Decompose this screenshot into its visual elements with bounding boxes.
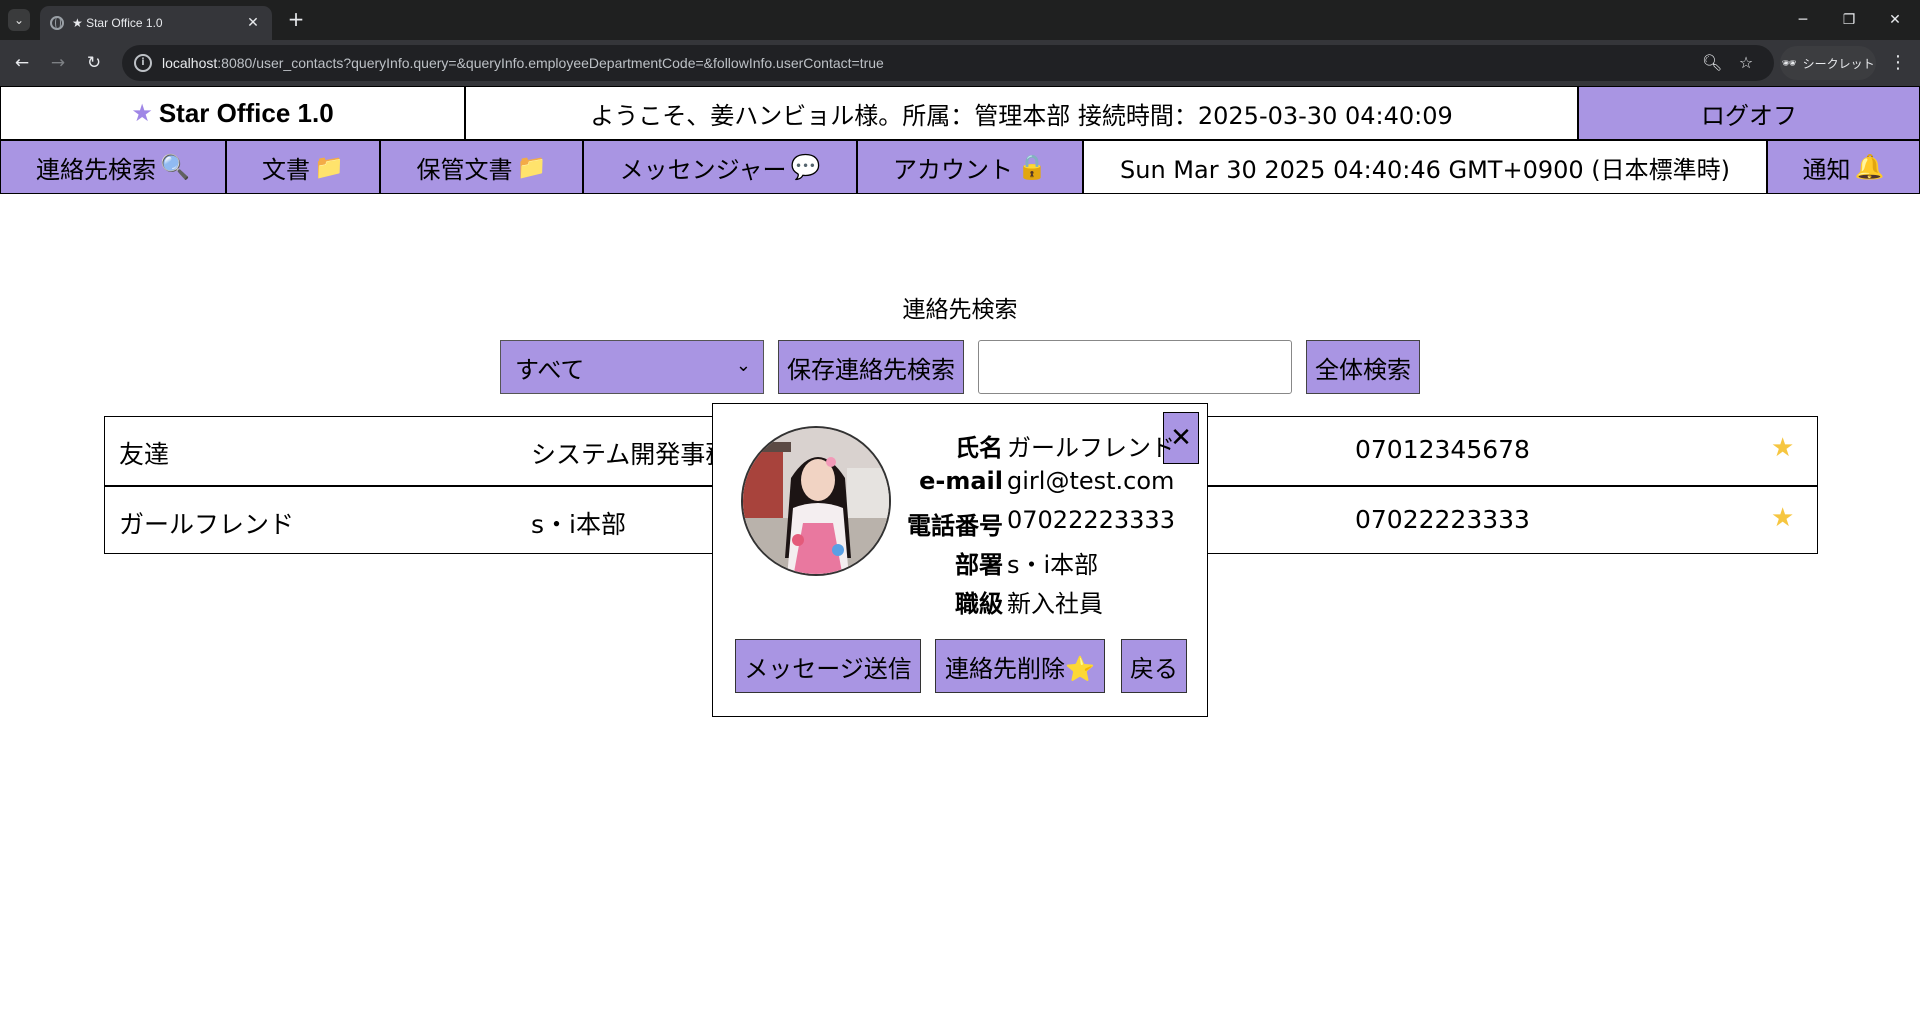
incognito-indicator[interactable]: 🕶︎ シークレット <box>1780 46 1876 80</box>
select-value: すべて <box>515 355 585 384</box>
field-name: 氏名 <box>853 428 1003 466</box>
send-message-button[interactable]: メッセージ送信 <box>735 639 921 693</box>
delete-contact-button[interactable]: 連絡先削除⭐ <box>935 639 1105 693</box>
star-logo-icon: ★ <box>131 99 153 127</box>
contact-phone: 07022223333 <box>1355 505 1530 534</box>
url-text[interactable]: localhost:8080/user_contacts?queryInfo.q… <box>162 55 884 71</box>
menu-label: 文書 <box>262 155 311 184</box>
lock-icon: 🔒 <box>1017 153 1047 181</box>
tab-search-chevron-icon[interactable]: ⌄ <box>8 9 30 31</box>
field-email: e-mail <box>853 467 1003 505</box>
browser-tab[interactable]: ★ Star Office 1.0 ✕ <box>40 6 272 40</box>
bookmark-star-icon[interactable]: ☆ <box>1736 53 1756 73</box>
field-label: e-mail <box>919 467 1003 495</box>
brand-cell: ★ Star Office 1.0 <box>0 86 465 140</box>
field-value: s・i本部 <box>1007 551 1099 579</box>
page-title: 連絡先検索 <box>902 297 1018 323</box>
incognito-icon: 🕶︎ <box>1781 56 1797 70</box>
menu-label: メッセンジャー <box>619 155 787 184</box>
department-select[interactable]: すべて ⌄ <box>500 340 764 394</box>
contact-department: システム開発事務 <box>531 440 731 469</box>
menu-label: 通知 <box>1802 155 1851 184</box>
field-label: 電話番号 <box>907 512 1003 540</box>
globe-icon <box>50 16 64 30</box>
contact-detail-modal: ✕ 氏名 ガールフレンド e-mail girl@test.com 電話番号 0… <box>712 403 1208 717</box>
field-value: ガールフレンド <box>1007 434 1175 462</box>
field-value: 07022223333 <box>1007 506 1175 534</box>
welcome-text: ようこそ、姜ハンビョル様。所属：管理本部 接続時間：2025-03-30 04:… <box>465 86 1578 140</box>
contact-name: ガールフレンド <box>119 510 295 539</box>
restore-icon[interactable]: ❐ <box>1834 8 1864 32</box>
field-rank: 職級 <box>853 584 1003 622</box>
contact-phone: 07012345678 <box>1355 435 1530 464</box>
search-input[interactable] <box>978 340 1292 394</box>
contact-name: 友達 <box>119 440 170 469</box>
new-tab-plus-icon[interactable]: + <box>284 8 308 32</box>
zoom-icon[interactable]: 🔍︎ <box>1702 53 1722 73</box>
tab-close-icon[interactable]: ✕ <box>244 15 262 31</box>
all-search-button[interactable]: 全体検索 <box>1306 340 1420 394</box>
browser-menu-icon[interactable]: ⋮ <box>1886 51 1910 75</box>
favorite-star-icon[interactable]: ★ <box>1771 503 1794 533</box>
site-info-icon[interactable]: i <box>134 54 152 72</box>
menu-messenger[interactable]: メッセンジャー 💬 <box>583 140 857 194</box>
back-arrow-icon[interactable]: ← <box>10 51 34 75</box>
menu-archived-documents[interactable]: 保管文書 📁 <box>380 140 583 194</box>
field-value: girl@test.com <box>1007 467 1175 495</box>
logoff-button[interactable]: ログオフ <box>1578 86 1920 140</box>
menu-label: アカウント <box>893 155 1014 184</box>
speech-bubble-icon: 💬 <box>790 153 821 181</box>
main-menu: 連絡先検索 🔍 文書 📁 保管文書 📁 メッセンジャー 💬 アカウント 🔒 Sun Mar… <box>0 140 1920 194</box>
field-value: 新入社員 <box>1007 590 1103 618</box>
field-department: 部署 <box>853 545 1003 583</box>
favorite-star-icon[interactable]: ★ <box>1771 433 1794 463</box>
magnifier-icon: 🔍 <box>160 153 190 181</box>
reload-icon[interactable]: ↻ <box>82 51 106 75</box>
folder-icon: 📁 <box>314 153 344 181</box>
menu-account[interactable]: アカウント 🔒 <box>857 140 1083 194</box>
menu-documents[interactable]: 文書 📁 <box>226 140 380 194</box>
browser-tabstrip: ⌄ ★ Star Office 1.0 ✕ + ─ ❐ ✕ <box>0 0 1920 40</box>
menu-contact-search[interactable]: 連絡先検索 🔍 <box>0 140 226 194</box>
field-phone: 電話番号 <box>853 506 1003 544</box>
forward-arrow-icon[interactable]: → <box>46 51 70 75</box>
browser-toolbar: ← → ↻ i localhost:8080/user_contacts?que… <box>0 40 1920 86</box>
menu-label: 連絡先検索 <box>36 155 157 184</box>
bell-icon: 🔔 <box>1854 153 1885 181</box>
field-label: 部署 <box>955 551 1003 579</box>
saved-contacts-search-button[interactable]: 保存連絡先検索 <box>778 340 964 394</box>
field-label: 氏名 <box>955 434 1003 462</box>
brand-title: Star Office 1.0 <box>158 97 334 128</box>
chevron-down-icon: ⌄ <box>735 355 751 376</box>
menu-label: 保管文書 <box>416 155 513 184</box>
field-label: 職級 <box>955 590 1003 618</box>
folder-icon: 📁 <box>516 153 547 181</box>
window-close-icon[interactable]: ✕ <box>1880 8 1910 32</box>
incognito-label: シークレット <box>1802 56 1875 71</box>
back-button[interactable]: 戻る <box>1121 639 1187 693</box>
address-bar[interactable]: i localhost:8080/user_contacts?queryInfo… <box>122 45 1774 81</box>
menu-notifications[interactable]: 通知 🔔 <box>1767 140 1920 194</box>
current-datetime: Sun Mar 30 2025 04:40:46 GMT+0900 (日本標準時… <box>1083 140 1767 194</box>
contact-department: s・i本部 <box>531 510 626 539</box>
tab-title: ★ Star Office 1.0 <box>72 16 163 30</box>
minimize-icon[interactable]: ─ <box>1788 8 1818 32</box>
top-header: ★ Star Office 1.0 ようこそ、姜ハンビョル様。所属：管理本部 接… <box>0 86 1920 140</box>
